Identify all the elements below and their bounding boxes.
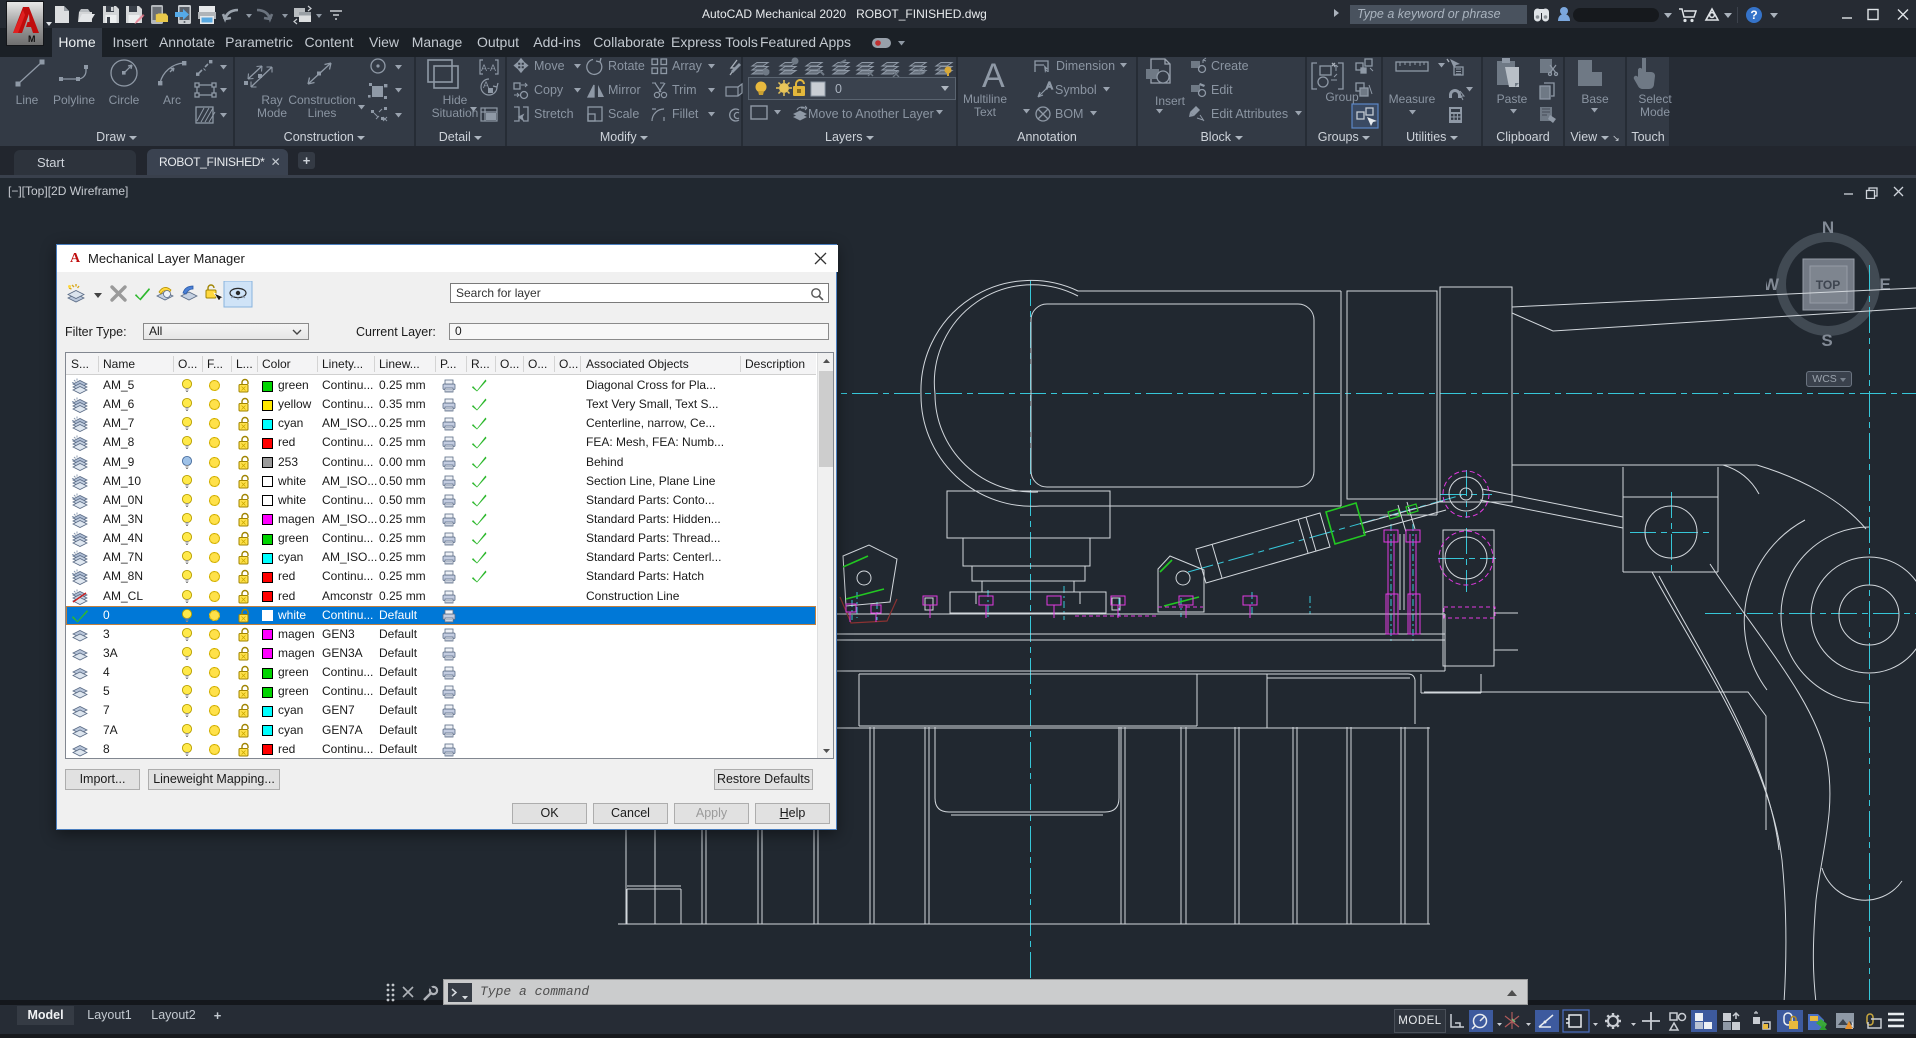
svg-text:M: M xyxy=(28,34,36,44)
svg-text:A-A: A-A xyxy=(481,63,496,73)
svg-text:?: ? xyxy=(1750,8,1757,22)
svg-text:0: 0 xyxy=(835,82,842,96)
svg-text:A: A xyxy=(1046,81,1053,92)
svg-text:!: ! xyxy=(1851,1021,1854,1031)
svg-text:A: A xyxy=(982,57,1005,95)
